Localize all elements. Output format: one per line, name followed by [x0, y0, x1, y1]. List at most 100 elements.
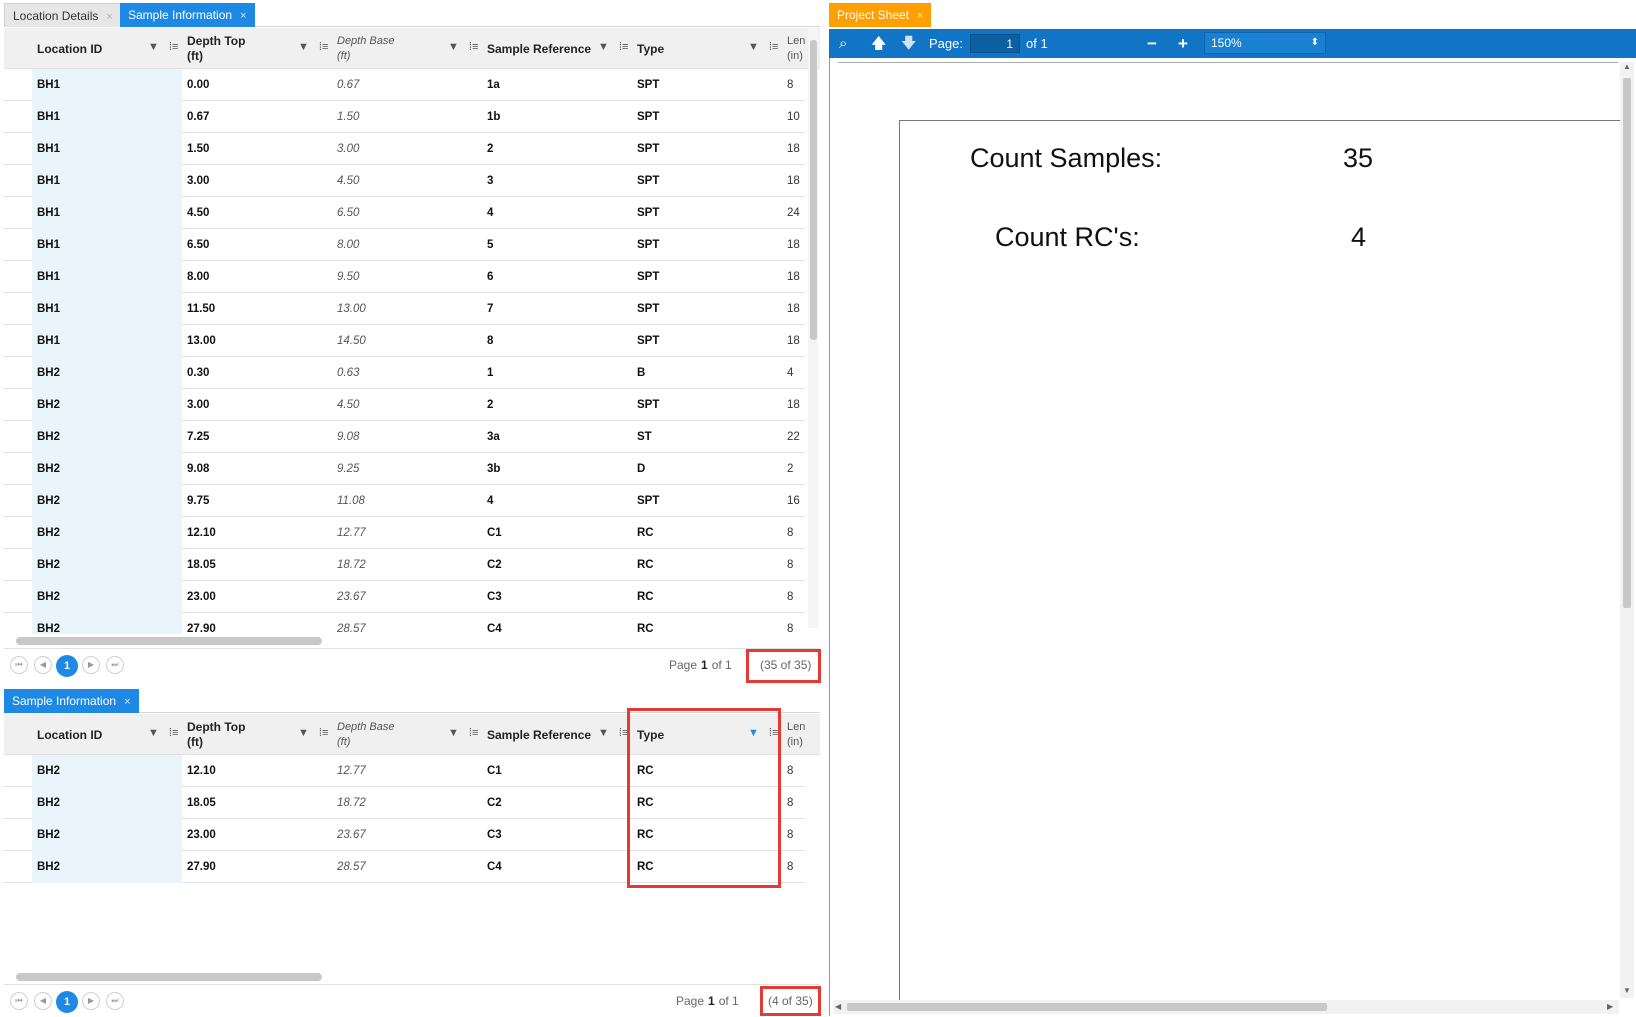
- length-cell[interactable]: 8: [787, 581, 793, 613]
- sample-reference-cell[interactable]: 2: [487, 389, 493, 421]
- table-row[interactable]: BH1 1.50 3.00 2 SPT 18: [4, 133, 804, 165]
- filter-icon[interactable]: ▼: [148, 727, 159, 739]
- location-id-cell[interactable]: BH2: [37, 613, 60, 634]
- type-cell[interactable]: SPT: [637, 229, 659, 261]
- sample-reference-cell[interactable]: C1: [487, 517, 502, 549]
- length-cell[interactable]: 8: [787, 819, 793, 851]
- type-cell[interactable]: SPT: [637, 485, 659, 517]
- depth-base-cell[interactable]: 12.77: [337, 755, 366, 787]
- column-menu-icon[interactable]: ⁞≡: [769, 41, 778, 53]
- close-icon[interactable]: ×: [124, 696, 130, 708]
- depth-base-cell[interactable]: 8.00: [337, 229, 359, 261]
- type-cell[interactable]: SPT: [637, 261, 659, 293]
- filter-icon[interactable]: ▼: [598, 727, 609, 739]
- depth-base-cell[interactable]: 28.57: [337, 851, 366, 883]
- table-row[interactable]: BH1 4.50 6.50 4 SPT 24: [4, 197, 804, 229]
- column-menu-icon[interactable]: ⁞≡: [319, 41, 328, 53]
- depth-base-cell[interactable]: 18.72: [337, 549, 366, 581]
- table-row[interactable]: BH2 3.00 4.50 2 SPT 18: [4, 389, 804, 421]
- sample-reference-cell[interactable]: 1: [487, 357, 493, 389]
- depth-top-cell[interactable]: 12.10: [187, 517, 216, 549]
- type-cell[interactable]: RC: [637, 549, 654, 581]
- tab-project-sheet[interactable]: Project Sheet ×: [829, 3, 932, 27]
- filter-icon[interactable]: ▼: [448, 41, 459, 53]
- sample-reference-cell[interactable]: 4: [487, 485, 493, 517]
- type-cell[interactable]: SPT: [637, 133, 659, 165]
- tab-sample-information[interactable]: Sample Information ×: [120, 3, 255, 27]
- sample-reference-cell[interactable]: 3a: [487, 421, 500, 453]
- length-cell[interactable]: 18: [787, 133, 800, 165]
- depth-base-cell[interactable]: 1.50: [337, 101, 359, 133]
- location-id-cell[interactable]: BH1: [37, 261, 60, 293]
- scroll-left-icon[interactable]: ◀: [835, 1002, 841, 1011]
- sample-reference-cell[interactable]: 5: [487, 229, 493, 261]
- tab-sample-information[interactable]: Sample Information ×: [4, 689, 139, 713]
- zoom-select[interactable]: 150% ⬍: [1204, 32, 1326, 54]
- close-icon[interactable]: ×: [240, 10, 246, 22]
- location-id-cell[interactable]: BH1: [37, 197, 60, 229]
- location-id-cell[interactable]: BH2: [37, 389, 60, 421]
- sample-reference-cell[interactable]: 3b: [487, 453, 500, 485]
- sample-reference-cell[interactable]: 8: [487, 325, 493, 357]
- horizontal-scrollbar[interactable]: [8, 970, 804, 982]
- depth-top-cell[interactable]: 0.67: [187, 101, 209, 133]
- length-cell[interactable]: 4: [787, 357, 793, 389]
- location-id-cell[interactable]: BH2: [37, 549, 60, 581]
- type-cell[interactable]: SPT: [637, 101, 659, 133]
- depth-top-cell[interactable]: 13.00: [187, 325, 216, 357]
- first-page-button[interactable]: ⏮: [10, 656, 28, 674]
- zoom-in-button[interactable]: +: [1178, 29, 1188, 58]
- depth-base-cell[interactable]: 28.57: [337, 613, 366, 634]
- tab-location-details[interactable]: Location Details ×: [4, 3, 122, 27]
- depth-base-cell[interactable]: 0.63: [337, 357, 359, 389]
- header-length[interactable]: Len (in): [787, 28, 805, 69]
- viewer-horizontal-scrollbar[interactable]: ◀ ▶: [833, 1000, 1619, 1014]
- depth-top-cell[interactable]: 0.30: [187, 357, 209, 389]
- column-menu-icon[interactable]: ⁞≡: [469, 727, 478, 739]
- depth-top-cell[interactable]: 12.10: [187, 755, 216, 787]
- header-location-id[interactable]: Location ID: [37, 28, 102, 69]
- length-cell[interactable]: 18: [787, 229, 800, 261]
- length-cell[interactable]: 18: [787, 165, 800, 197]
- filter-icon[interactable]: ▼: [298, 41, 309, 53]
- scrollbar-thumb[interactable]: [16, 637, 322, 645]
- depth-top-cell[interactable]: 11.50: [187, 293, 215, 325]
- table-row[interactable]: BH2 27.90 28.57 C4 RC 8: [4, 613, 804, 634]
- depth-top-cell[interactable]: 23.00: [187, 581, 216, 613]
- depth-top-cell[interactable]: 8.00: [187, 261, 209, 293]
- depth-base-cell[interactable]: 4.50: [337, 165, 359, 197]
- search-icon[interactable]: ⌕: [839, 29, 847, 58]
- vertical-scrollbar[interactable]: [808, 28, 818, 628]
- filter-icon[interactable]: ▼: [148, 41, 159, 53]
- sample-reference-cell[interactable]: C1: [487, 755, 502, 787]
- depth-base-cell[interactable]: 13.00: [337, 293, 366, 325]
- depth-top-cell[interactable]: 27.90: [187, 851, 216, 883]
- header-length[interactable]: Len (in): [787, 714, 805, 755]
- next-page-icon[interactable]: 🡇: [901, 29, 916, 58]
- location-id-cell[interactable]: BH2: [37, 453, 60, 485]
- last-page-button[interactable]: ⏭: [106, 992, 124, 1010]
- table-row[interactable]: BH1 6.50 8.00 5 SPT 18: [4, 229, 804, 261]
- header-location-id[interactable]: Location ID: [37, 714, 102, 755]
- location-id-cell[interactable]: BH2: [37, 581, 60, 613]
- horizontal-scrollbar[interactable]: [8, 634, 804, 646]
- sample-reference-cell[interactable]: 4: [487, 197, 493, 229]
- depth-top-cell[interactable]: 9.75: [187, 485, 209, 517]
- sample-reference-cell[interactable]: 1a: [487, 69, 500, 101]
- next-page-button[interactable]: ▶: [82, 656, 100, 674]
- type-cell[interactable]: RC: [637, 613, 654, 634]
- scrollbar-thumb[interactable]: [847, 1003, 1327, 1011]
- table-row[interactable]: BH2 18.05 18.72 C2 RC 8: [4, 549, 804, 581]
- sample-reference-cell[interactable]: C2: [487, 787, 502, 819]
- type-cell[interactable]: SPT: [637, 389, 659, 421]
- table-row[interactable]: BH1 0.67 1.50 1b SPT 10: [4, 101, 804, 133]
- location-id-cell[interactable]: BH1: [37, 293, 60, 325]
- length-cell[interactable]: 8: [787, 69, 793, 101]
- location-id-cell[interactable]: BH1: [37, 325, 60, 357]
- length-cell[interactable]: 18: [787, 389, 800, 421]
- depth-base-cell[interactable]: 9.25: [337, 453, 359, 485]
- length-cell[interactable]: 18: [787, 325, 800, 357]
- sample-reference-cell[interactable]: 7: [487, 293, 493, 325]
- depth-top-cell[interactable]: 18.05: [187, 787, 216, 819]
- sample-reference-cell[interactable]: 2: [487, 133, 493, 165]
